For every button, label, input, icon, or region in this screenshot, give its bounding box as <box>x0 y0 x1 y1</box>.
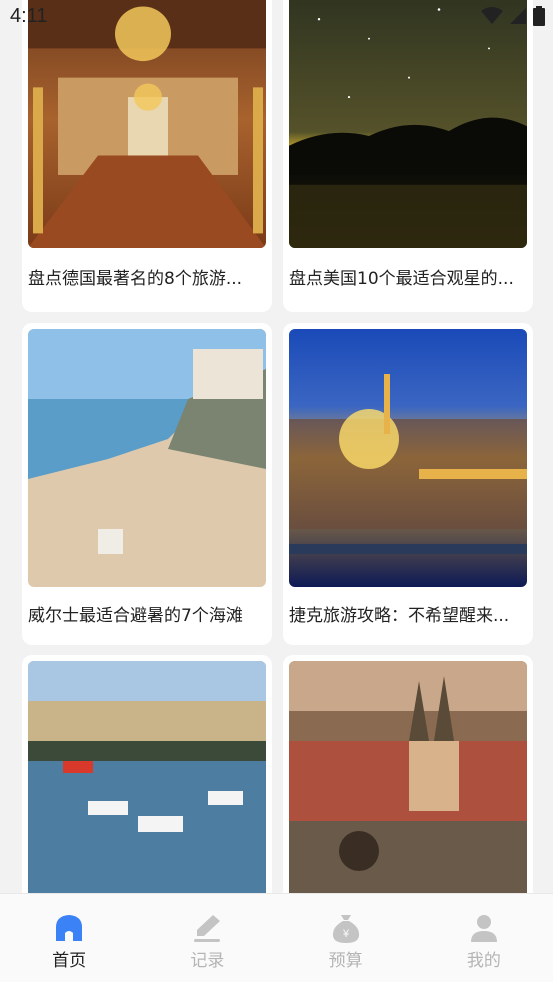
article-title: 盘点德国最著名的8个旅游... <box>28 269 243 289</box>
article-title: 捷克旅游攻略：不希望醒来... <box>289 606 510 626</box>
status-time: 4:11 <box>10 5 48 27</box>
nav-label: 首页 <box>52 951 87 971</box>
article-thumbnail-beach <box>28 329 266 587</box>
nav-label: 记录 <box>190 951 225 971</box>
article-card[interactable]: 威尔士最适合避暑的7个海滩 <box>22 323 272 645</box>
article-card[interactable]: 捷克旅游攻略：不希望醒来... <box>283 323 533 645</box>
nav-item-budget[interactable]: ¥ 预算 <box>277 894 415 982</box>
article-thumbnail-palace-hall <box>28 0 266 248</box>
bottom-nav: 首页 记录 ¥ 预算 我的 <box>0 893 553 982</box>
nav-item-home[interactable]: 首页 <box>0 894 138 982</box>
article-thumbnail-prague-night <box>289 329 527 587</box>
article-card[interactable] <box>22 655 272 893</box>
nav-label: 预算 <box>328 951 363 971</box>
home-icon <box>56 915 83 941</box>
money-bag-icon: ¥ <box>332 915 359 943</box>
nav-item-record[interactable]: 记录 <box>138 894 276 982</box>
pencil-icon <box>194 915 221 942</box>
article-card[interactable]: 盘点美国10个最适合观星的... <box>283 0 533 312</box>
person-icon <box>470 915 497 942</box>
status-bar: 4:11 <box>0 0 553 34</box>
article-thumbnail-starry-sky <box>289 0 527 248</box>
article-thumbnail-old-town-square <box>289 661 527 893</box>
article-card[interactable]: 盘点德国最著名的8个旅游... <box>22 0 272 312</box>
status-icons <box>481 6 545 26</box>
nav-item-profile[interactable]: 我的 <box>415 894 553 982</box>
battery-icon <box>533 6 545 26</box>
svg-text:¥: ¥ <box>342 928 350 940</box>
article-feed[interactable]: 盘点德国最著名的8个旅游... 盘点美国10个最适合观星的... 威尔士最适合避… <box>0 0 553 893</box>
article-card[interactable] <box>283 655 533 893</box>
app-screen: 4:11 盘点德国最著名的8个旅游... 盘点美国10个最适合观星的... 威尔… <box>0 0 553 982</box>
article-title: 盘点美国10个最适合观星的... <box>289 269 514 289</box>
article-thumbnail-harbor <box>28 661 266 893</box>
signal-icon <box>510 8 526 24</box>
wifi-icon <box>481 7 503 24</box>
article-title: 威尔士最适合避暑的7个海滩 <box>28 606 243 626</box>
nav-label: 我的 <box>466 951 501 971</box>
